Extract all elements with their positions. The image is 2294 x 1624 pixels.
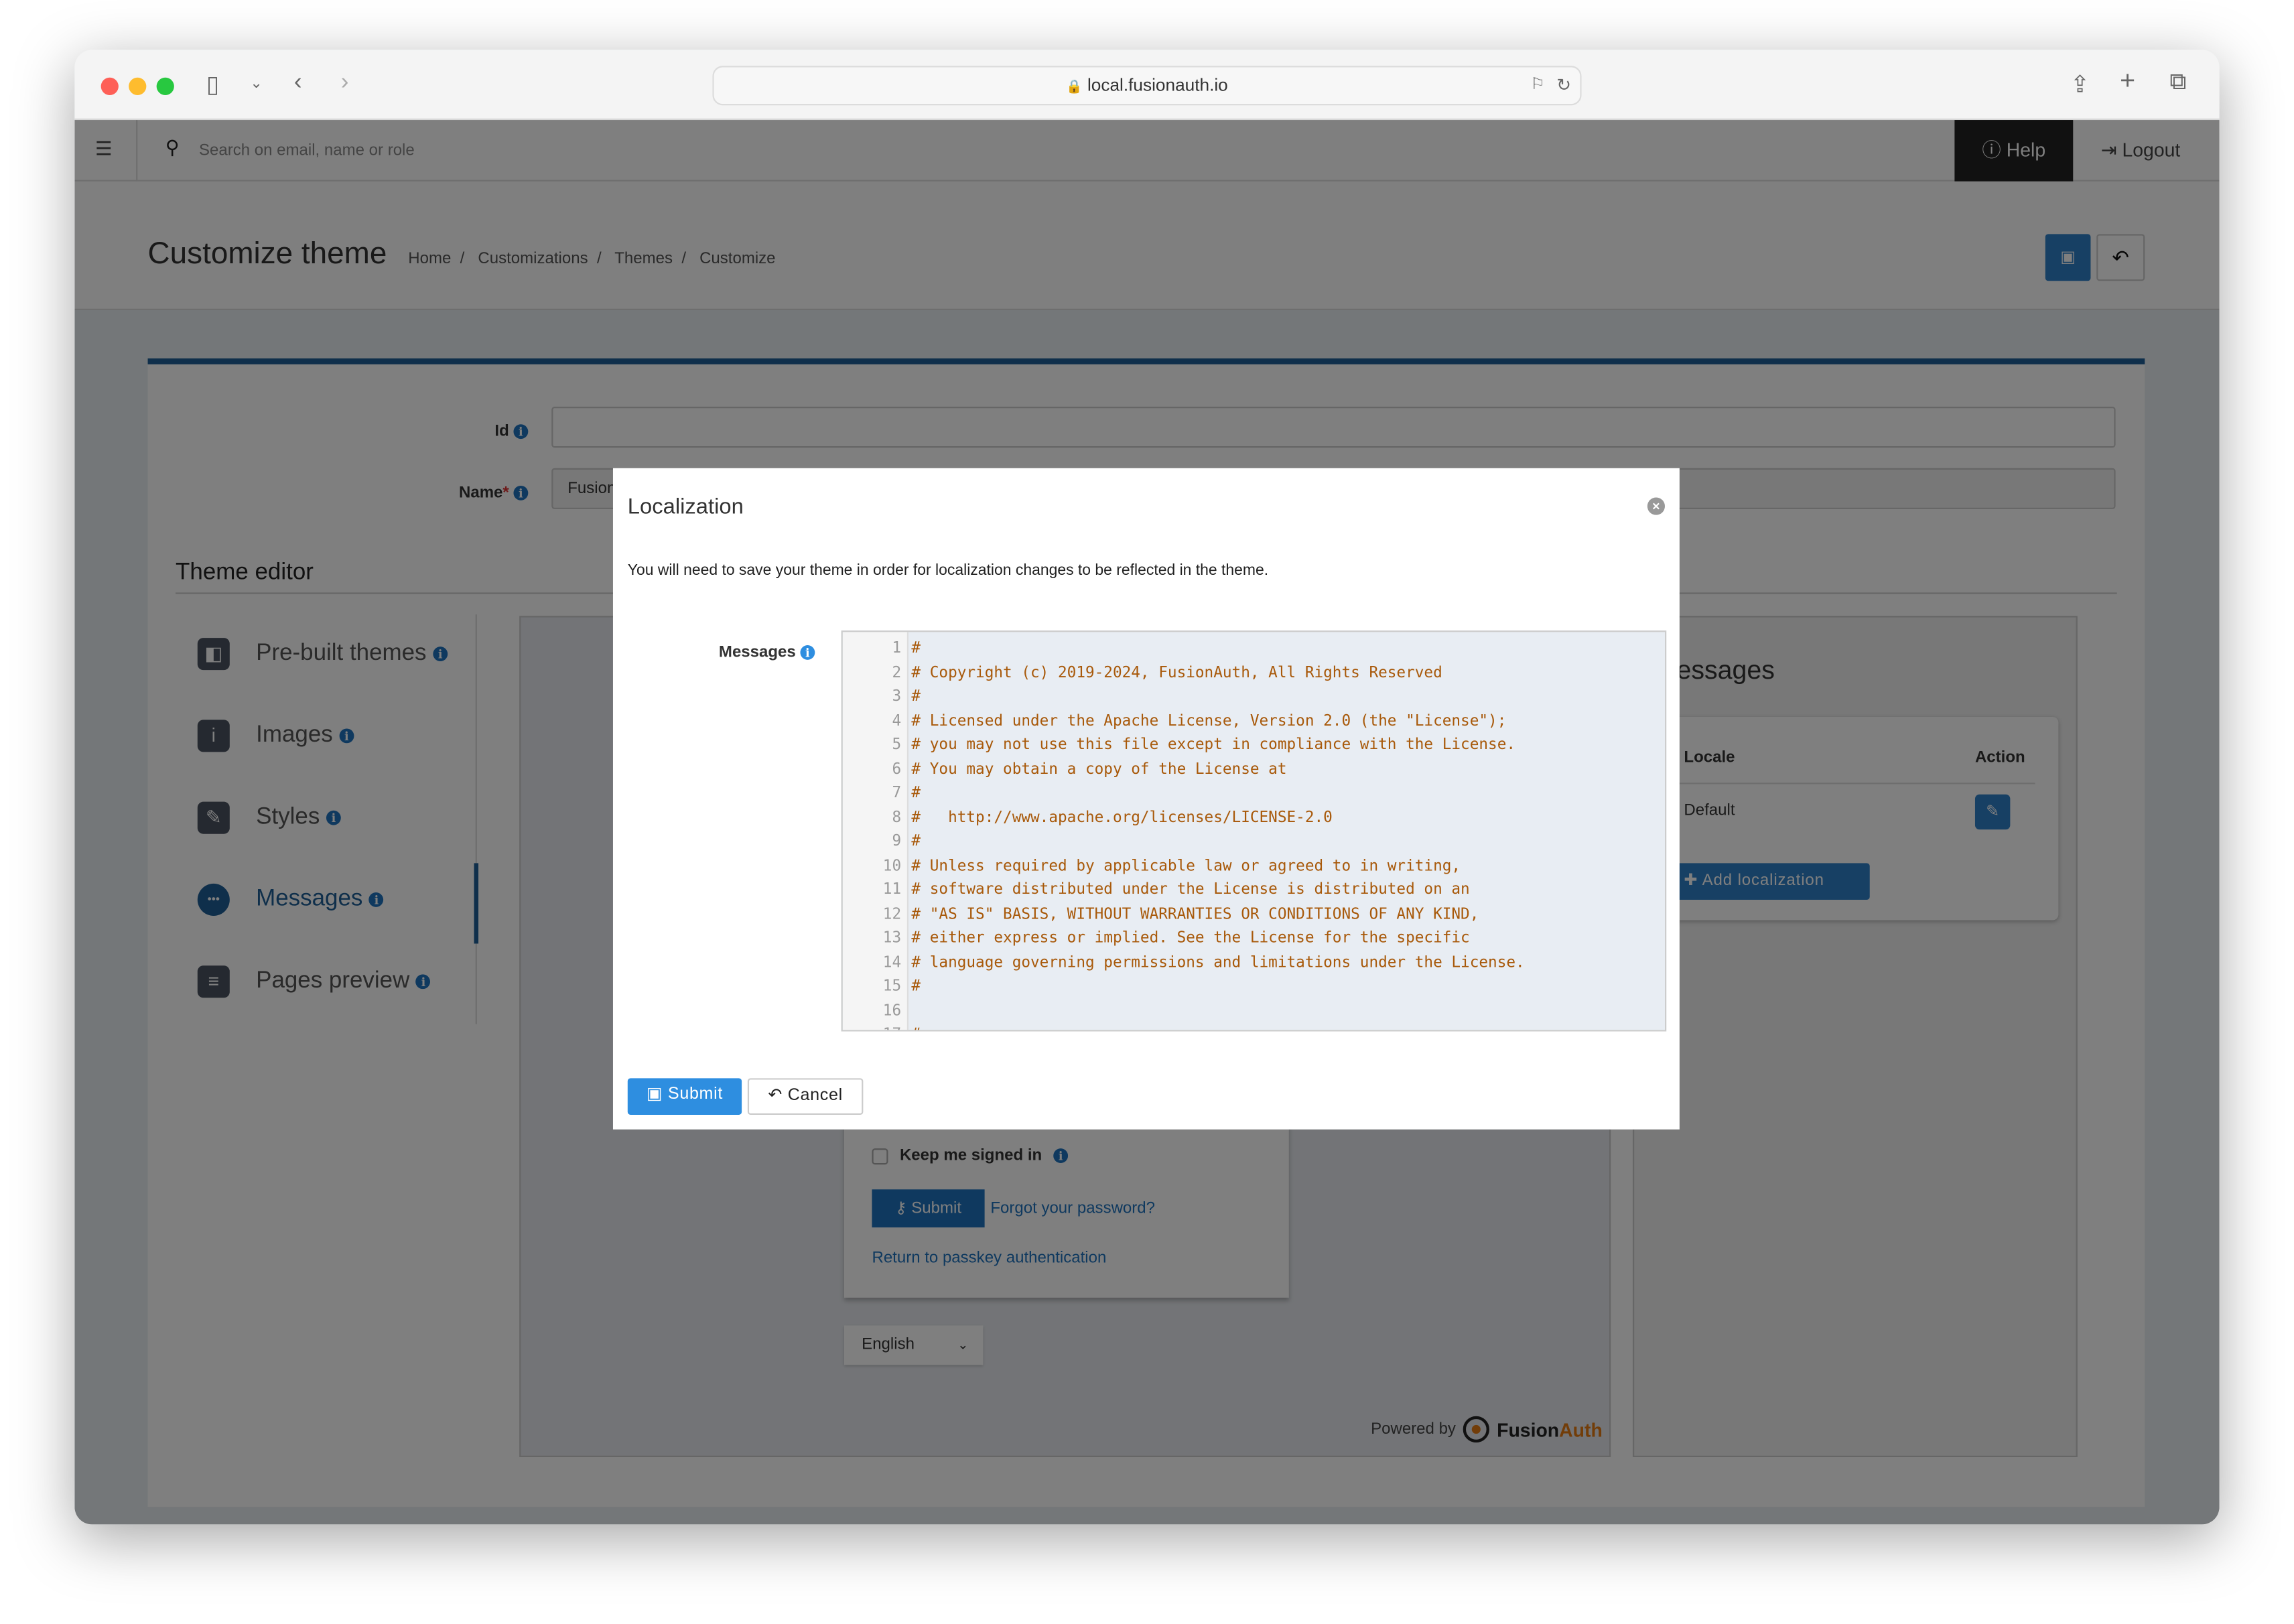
code-line: # Copyright (c) 2019-2024, FusionAuth, A…: [911, 663, 1442, 681]
line-number: 11: [882, 880, 902, 898]
messages-code-editor[interactable]: 1 #2 # Copyright (c) 2019-2024, FusionAuth…: [841, 630, 1667, 1032]
line-number: 8: [892, 808, 902, 826]
line-number: 6: [892, 760, 902, 778]
code-line: # software distributed under the License…: [911, 880, 1470, 898]
line-number: 4: [892, 712, 902, 730]
line-number: 2: [892, 663, 902, 681]
reply-icon: ↶: [768, 1087, 783, 1105]
localization-modal: Localization × You will need to save you…: [612, 468, 1680, 1130]
line-number: 12: [882, 904, 902, 923]
line-number: 7: [892, 784, 902, 802]
address-bar[interactable]: 🔒 local.fusionauth.io ⚐ ↻: [712, 66, 1582, 106]
chevron-down-icon[interactable]: ⌄: [250, 76, 262, 92]
close-window-button[interactable]: [100, 77, 119, 95]
line-number: 1: [892, 639, 902, 657]
line-number: 15: [882, 977, 902, 995]
code-line: #: [911, 1022, 921, 1030]
line-number: 13: [882, 929, 902, 947]
code-line: #: [911, 687, 921, 705]
modal-cancel-button[interactable]: ↶ Cancel: [747, 1078, 864, 1115]
lock-icon: 🔒: [1066, 78, 1083, 94]
zoom-window-button[interactable]: [156, 77, 174, 95]
reload-icon[interactable]: ↻: [1556, 67, 1571, 104]
messages-label: Messages: [718, 643, 796, 662]
code-line: #: [911, 977, 921, 995]
forward-icon[interactable]: ›: [341, 70, 349, 96]
save-icon: ▣: [646, 1085, 663, 1103]
code-line: # "AS IS" BASIS, WITHOUT WARRANTIES OR C…: [911, 904, 1479, 923]
line-number: 9: [892, 832, 902, 850]
code-line: # you may not use this file except in co…: [911, 736, 1516, 754]
code-line: # Unless required by applicable law or a…: [911, 856, 1461, 874]
tabs-overview-icon[interactable]: ⧉: [2169, 70, 2186, 96]
modal-title: Localization: [627, 494, 744, 520]
share-icon[interactable]: ⇪: [2070, 70, 2090, 100]
line-number: 16: [882, 1001, 902, 1019]
back-icon[interactable]: ‹: [294, 70, 302, 96]
translate-icon[interactable]: ⚐: [1530, 67, 1545, 104]
code-line: # language governing permissions and lim…: [911, 953, 1525, 971]
code-line: # You may obtain a copy of the License a…: [911, 760, 1287, 778]
code-line: #: [911, 832, 921, 850]
line-number: 14: [882, 953, 902, 971]
info-icon[interactable]: i: [800, 645, 815, 661]
line-number: 5: [892, 736, 902, 754]
close-icon[interactable]: ×: [1647, 497, 1666, 515]
line-number: 3: [892, 687, 902, 705]
new-tab-icon[interactable]: +: [2120, 66, 2135, 96]
sidebar-toggle-icon[interactable]: ▯: [206, 70, 219, 100]
code-line: #: [911, 639, 921, 657]
code-line: #: [911, 784, 921, 802]
code-line: # either express or implied. See the Lic…: [911, 929, 1470, 947]
modal-notice: You will need to save your theme in orde…: [627, 561, 1269, 580]
minimize-window-button[interactable]: [129, 77, 147, 95]
line-number: 10: [882, 856, 902, 874]
browser-window: ▯ ⌄ ‹ › 🔒 local.fusionauth.io ⚐ ↻ ⇪ + ⧉ …: [74, 50, 2220, 1525]
browser-toolbar: ▯ ⌄ ‹ › 🔒 local.fusionauth.io ⚐ ↻ ⇪ + ⧉: [74, 50, 2220, 121]
modal-submit-button[interactable]: ▣ Submit: [627, 1078, 742, 1115]
line-number: 17: [843, 1022, 901, 1030]
code-line: # http://www.apache.org/licenses/LICENSE…: [911, 808, 1333, 826]
code-line: # Licensed under the Apache License, Ver…: [911, 712, 1507, 730]
